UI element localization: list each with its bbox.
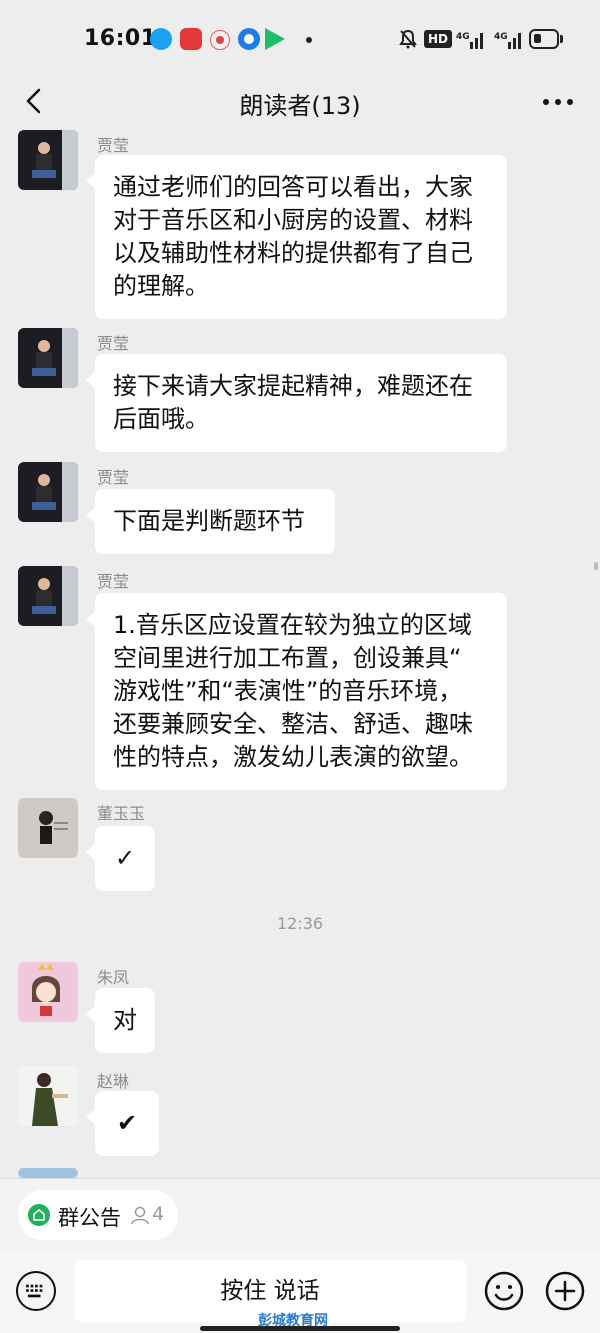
emoji-icon[interactable] <box>484 1271 524 1311</box>
status-time: 16:01 <box>84 26 157 51</box>
message-bubble[interactable]: 下面是判断题环节 <box>86 489 335 554</box>
group-notice-label: 群公告 <box>58 1206 121 1230</box>
avatar[interactable] <box>18 130 78 190</box>
group-notice-button[interactable]: 群公告 4 <box>18 1190 178 1240</box>
battery-nub <box>560 35 563 43</box>
member-count: 4 <box>152 1203 165 1225</box>
signal-icon: 4G <box>456 32 483 49</box>
message-bubble[interactable]: ✔ <box>86 1091 159 1156</box>
sender-name: 董玉玉 <box>97 804 146 823</box>
message-bubble[interactable]: 接下来请大家提起精神，难题还在 后面哦。 <box>86 354 507 452</box>
more-notifications-dot-icon <box>306 37 312 43</box>
browser-icon <box>238 28 260 50</box>
member-icon <box>131 1206 149 1225</box>
group-notice-bar: 群公告 4 <box>0 1178 600 1251</box>
chat-header: 朗读者(13) <box>0 72 600 132</box>
sender-name: 赵琳 <box>97 1072 130 1091</box>
video-play-icon <box>265 28 285 50</box>
mute-bell-icon <box>399 29 417 49</box>
keyboard-icon[interactable] <box>16 1271 56 1311</box>
avatar[interactable] <box>18 1066 78 1126</box>
sender-name: 贾莹 <box>97 572 130 591</box>
map-pin-icon <box>210 30 230 50</box>
message-bubble[interactable]: ✓ <box>86 826 155 891</box>
chat-timestamp: 12:36 <box>276 914 324 933</box>
chat-screen: 16:01 HD 4G 4G 朗读者(13) 贾莹 通过老师们的回答可以看出，大… <box>0 0 600 1333</box>
chat-title: 朗读者(13) <box>239 92 361 120</box>
notice-home-icon <box>28 1204 50 1226</box>
sender-name: 贾莹 <box>97 334 130 353</box>
app-rose-icon <box>180 28 202 50</box>
plus-icon[interactable] <box>545 1271 585 1311</box>
qq-icon <box>150 28 172 50</box>
sender-name: 朱凤 <box>97 968 130 987</box>
network-label-2: 4G <box>494 32 508 42</box>
message-bubble[interactable]: 对 <box>86 988 155 1053</box>
sender-name: 贾莹 <box>97 468 130 487</box>
avatar[interactable] <box>18 328 78 388</box>
message-bubble[interactable]: 1.音乐区应设置在较为独立的区域 空间里进行加工布置，创设兼具“ 游戏性”和“表… <box>86 593 507 790</box>
avatar[interactable] <box>18 798 78 858</box>
sender-name: 贾莹 <box>97 136 130 155</box>
signal-icon-2: 4G <box>494 32 521 49</box>
status-bar: 16:01 HD 4G 4G <box>0 0 600 80</box>
avatar[interactable] <box>18 1168 78 1178</box>
more-options-icon[interactable] <box>540 88 576 116</box>
hd-badge: HD <box>424 30 453 48</box>
message-bubble[interactable]: 通过老师们的回答可以看出，大家 对于音乐区和小厨房的设置、材料 以及辅助性材料的… <box>86 155 507 319</box>
avatar[interactable] <box>18 962 78 1022</box>
scrollbar-thumb[interactable] <box>594 562 598 570</box>
battery-icon <box>529 29 559 49</box>
avatar[interactable] <box>18 566 78 626</box>
avatar[interactable] <box>18 462 78 522</box>
home-indicator[interactable] <box>200 1326 400 1331</box>
network-label: 4G <box>456 32 470 42</box>
